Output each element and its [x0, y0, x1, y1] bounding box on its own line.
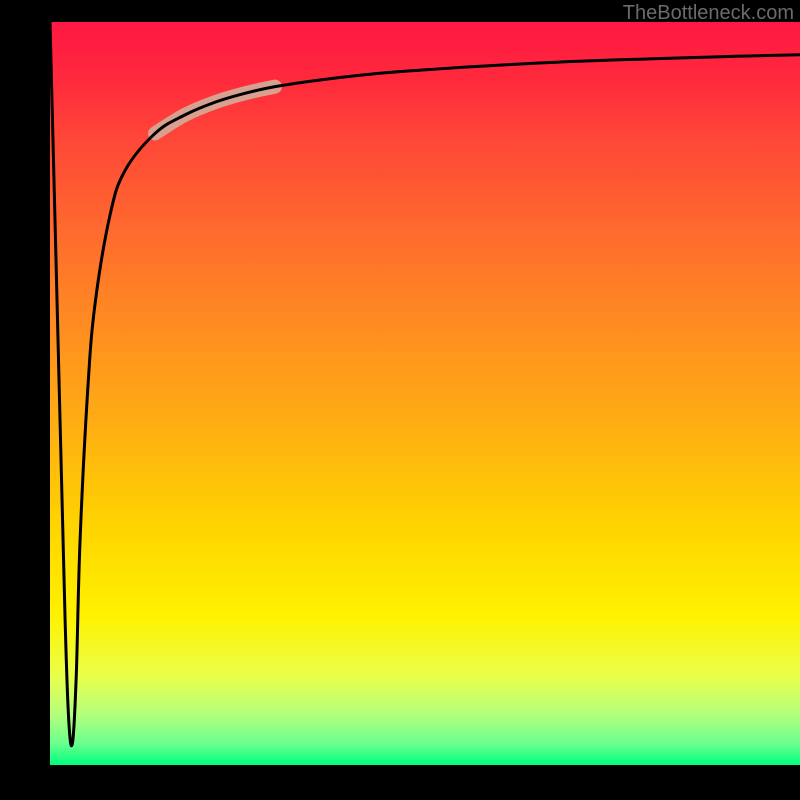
- watermark-label: TheBottleneck.com: [623, 2, 794, 25]
- chart-stage: TheBottleneck.com: [0, 0, 800, 800]
- plot-gradient-background: [50, 22, 800, 765]
